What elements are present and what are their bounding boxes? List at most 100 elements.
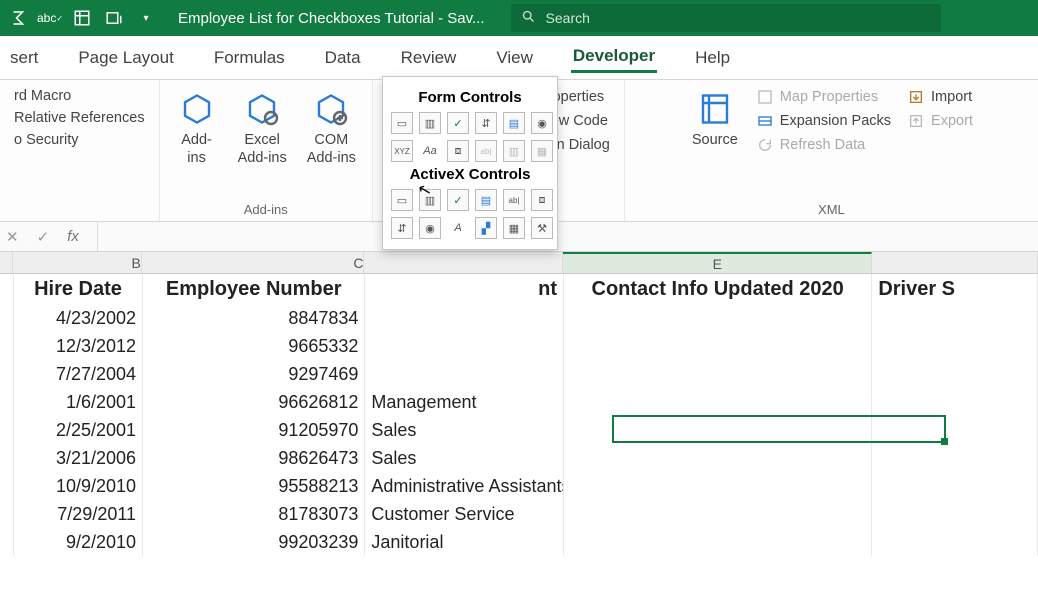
cell-contact[interactable] [564, 472, 872, 500]
ax-text-icon[interactable]: ab| [503, 189, 525, 211]
cell-emp-number[interactable]: 9665332 [143, 332, 365, 360]
autosum-icon[interactable] [8, 8, 28, 28]
cell-hire-date[interactable]: 2/25/2001 [14, 416, 143, 444]
header-dept[interactable]: nt [365, 274, 564, 304]
addins-button[interactable]: Add-ins [170, 86, 224, 168]
cell-driver[interactable] [872, 416, 1038, 444]
cell-emp-number[interactable]: 81783073 [143, 500, 365, 528]
col-header-a[interactable] [0, 252, 13, 273]
cell-hire-date[interactable]: 12/3/2012 [14, 332, 143, 360]
form-more2-icon[interactable]: ▦ [531, 140, 553, 162]
cell-contact[interactable] [564, 444, 872, 472]
source-button[interactable]: Source [686, 86, 744, 150]
cell-emp-number[interactable]: 91205970 [143, 416, 365, 444]
form-combo-icon[interactable]: ▥ [419, 112, 441, 134]
tab-review[interactable]: Review [399, 44, 459, 72]
cell-dept[interactable]: Sales [365, 416, 564, 444]
ax-scroll-icon[interactable]: ⧈ [531, 189, 553, 211]
tab-insert[interactable]: sert [8, 44, 40, 72]
ax-checkbox-icon[interactable]: ✓ [447, 189, 469, 211]
form-label-icon[interactable]: Aa [419, 140, 441, 162]
form-spin-icon[interactable]: ⇵ [475, 112, 497, 134]
cell-contact[interactable] [564, 388, 872, 416]
cell-driver[interactable] [872, 500, 1038, 528]
cell-dept[interactable]: Administrative Assistants [365, 472, 564, 500]
col-header-c[interactable]: C [142, 252, 365, 273]
cell-contact[interactable] [564, 416, 872, 444]
qat-dropdown-icon[interactable]: ▾ [136, 8, 156, 28]
cell-driver[interactable] [872, 528, 1038, 556]
cell-dept[interactable] [365, 360, 564, 388]
ax-listbox-icon[interactable]: ▤ [475, 189, 497, 211]
cell-emp-number[interactable]: 8847834 [143, 304, 365, 332]
cell-emp-number[interactable]: 99203239 [143, 528, 365, 556]
map-properties-button[interactable]: Map Properties [752, 86, 895, 108]
header-driver[interactable]: Driver S [872, 274, 1038, 304]
form-option-icon[interactable]: ◉ [531, 112, 553, 134]
cell-hire-date[interactable]: 10/9/2010 [14, 472, 143, 500]
cell-emp-number[interactable]: 96626812 [143, 388, 365, 416]
cell-contact[interactable] [564, 500, 872, 528]
ax-spin-icon[interactable]: ⇵ [391, 217, 413, 239]
import-button[interactable]: Import [903, 86, 977, 108]
expansion-packs-button[interactable]: Expansion Packs [752, 110, 895, 132]
ax-label-icon[interactable]: A [447, 217, 469, 239]
ax-more-icon[interactable]: ⚒ [531, 217, 553, 239]
header-hire-date[interactable]: Hire Date [14, 274, 143, 304]
cell-driver[interactable] [872, 304, 1038, 332]
form-button-icon[interactable]: ▭ [391, 112, 413, 134]
tab-formulas[interactable]: Formulas [212, 44, 287, 72]
search-box[interactable] [511, 4, 941, 32]
cell-dept[interactable]: Sales [365, 444, 564, 472]
cell-dept[interactable]: Janitorial [365, 528, 564, 556]
form-group-icon[interactable]: XYZ [391, 140, 413, 162]
tab-developer[interactable]: Developer [571, 42, 657, 73]
tab-page-layout[interactable]: Page Layout [76, 44, 175, 72]
ax-cmd-icon[interactable]: ▭ [391, 189, 413, 211]
cell-hire-date[interactable]: 4/23/2002 [14, 304, 143, 332]
cell-emp-number[interactable]: 95588213 [143, 472, 365, 500]
cell-contact[interactable] [564, 528, 872, 556]
form-more1-icon[interactable]: ▥ [503, 140, 525, 162]
cell-hire-date[interactable]: 9/2/2010 [14, 528, 143, 556]
form-listbox-icon[interactable]: ▤ [503, 112, 525, 134]
confirm-formula-button[interactable]: ✓ [37, 228, 50, 246]
relative-references-button[interactable]: Relative References [10, 108, 149, 128]
record-macro-button[interactable]: rd Macro [10, 86, 149, 106]
pivot-icon[interactable] [72, 8, 92, 28]
tab-view[interactable]: View [494, 44, 535, 72]
cancel-formula-button[interactable]: ✕ [6, 228, 19, 246]
cell-emp-number[interactable]: 98626473 [143, 444, 365, 472]
cell-hire-date[interactable]: 7/27/2004 [14, 360, 143, 388]
cell-contact[interactable] [564, 360, 872, 388]
cell-driver[interactable] [872, 472, 1038, 500]
search-input[interactable] [544, 9, 931, 27]
refresh-icon[interactable] [104, 8, 124, 28]
cell-dept[interactable]: Management [365, 388, 564, 416]
tab-help[interactable]: Help [693, 44, 732, 72]
fx-button[interactable]: fx [67, 228, 79, 245]
cell-dept[interactable]: Customer Service [365, 500, 564, 528]
col-header-e[interactable]: E [563, 252, 872, 273]
form-checkbox-icon[interactable]: ✓ [447, 112, 469, 134]
worksheet[interactable]: B C E Hire Date Employee Number nt Conta… [0, 252, 1038, 595]
cell-dept[interactable] [365, 304, 564, 332]
cell-driver[interactable] [872, 332, 1038, 360]
cell-driver[interactable] [872, 444, 1038, 472]
cell-driver[interactable] [872, 360, 1038, 388]
cell-contact[interactable] [564, 332, 872, 360]
cell-dept[interactable] [365, 332, 564, 360]
col-header-f[interactable] [872, 252, 1038, 273]
col-header-d[interactable] [364, 252, 563, 273]
cell-hire-date[interactable]: 3/21/2006 [14, 444, 143, 472]
cell-hire-date[interactable]: 7/29/2011 [14, 500, 143, 528]
ax-toggle-icon[interactable]: ▦ [503, 217, 525, 239]
ax-option-icon[interactable]: ◉ [419, 217, 441, 239]
export-button[interactable]: Export [903, 110, 977, 132]
header-emp-number[interactable]: Employee Number [143, 274, 365, 304]
tab-data[interactable]: Data [323, 44, 363, 72]
header-contact-updated[interactable]: Contact Info Updated 2020 [564, 274, 872, 304]
com-addins-button[interactable]: COMAdd-ins [301, 86, 362, 168]
form-text-icon[interactable]: ab| [475, 140, 497, 162]
excel-addins-button[interactable]: ExcelAdd-ins [232, 86, 293, 168]
